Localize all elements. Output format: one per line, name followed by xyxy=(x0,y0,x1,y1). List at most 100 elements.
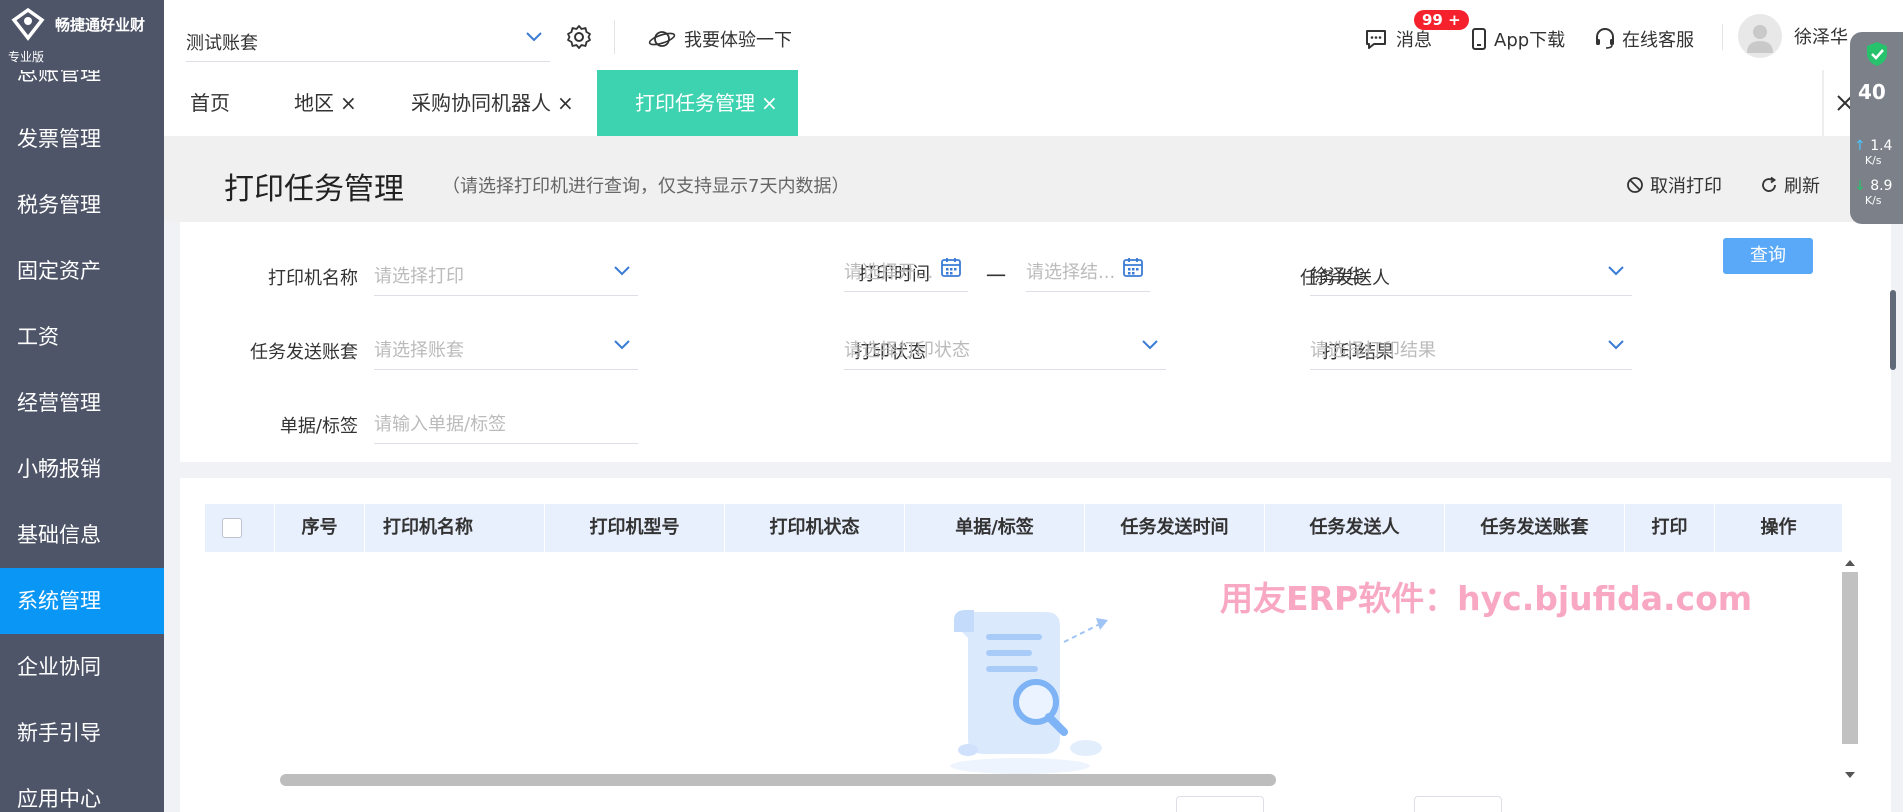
printer-name-label: 打印机名称 xyxy=(268,268,358,289)
print-status-select[interactable]: 请选择打印状态 xyxy=(844,326,1166,370)
tab-divider xyxy=(1822,70,1824,136)
doc-tag-input[interactable]: 请输入单据/标签 xyxy=(374,400,638,444)
tab-print-task-label: 打印任务管理 xyxy=(635,91,755,115)
empty-data-illustration xyxy=(950,610,1108,774)
column-header[interactable]: 任务发送账套 xyxy=(1445,504,1625,552)
tab-home[interactable]: 首页 xyxy=(190,70,230,136)
upload-speed-unit: K/s xyxy=(1864,154,1882,167)
sidebar-item-guide[interactable]: 新手引导 xyxy=(0,700,164,766)
print-time-end-placeholder: 请选择结... xyxy=(1026,262,1116,283)
sender-account-placeholder: 请选择账套 xyxy=(374,340,464,361)
message-count-badge: 99 + xyxy=(1414,10,1469,30)
monitor-value: 40 xyxy=(1858,80,1886,104)
column-header[interactable]: 操作 xyxy=(1715,504,1843,552)
column-header[interactable]: 任务发送人 xyxy=(1265,504,1445,552)
pagination-control[interactable] xyxy=(1414,796,1502,812)
tab-region[interactable]: 地区 × xyxy=(294,70,357,136)
sidebar-item-basic-info[interactable]: 基础信息 xyxy=(0,502,164,568)
sidebar-item-app-center[interactable]: 应用中心 xyxy=(0,766,164,812)
search-button[interactable]: 查询 xyxy=(1723,238,1813,274)
sender-account-label: 任务发送账套 xyxy=(250,342,358,363)
tab-purchase-robot-label: 采购协同机器人 xyxy=(411,91,551,115)
date-range-separator: 一 xyxy=(986,264,1006,288)
print-result-select[interactable]: 请选择打印结果 xyxy=(1310,326,1632,370)
sender-account-select[interactable]: 请选择账套 xyxy=(374,326,638,370)
column-header[interactable]: 打印 xyxy=(1625,504,1715,552)
download-speed-unit: K/s xyxy=(1864,194,1882,207)
print-time-start[interactable]: 请选择开... xyxy=(844,248,968,292)
scroll-up-icon[interactable] xyxy=(1844,558,1856,568)
column-header[interactable]: 打印机名称 xyxy=(365,504,545,552)
gear-icon[interactable] xyxy=(566,24,592,50)
horizontal-scrollbar[interactable] xyxy=(280,774,1276,786)
vertical-scrollbar-thumb[interactable] xyxy=(1842,572,1858,744)
header-divider xyxy=(1722,24,1723,50)
close-icon[interactable]: × xyxy=(761,70,778,136)
brand-logo[interactable]: 畅捷通好业财 专业版 xyxy=(0,0,164,70)
close-icon[interactable]: × xyxy=(557,70,574,136)
sender-select[interactable]: 徐泽华 xyxy=(1310,252,1632,296)
chevron-down-icon xyxy=(1608,266,1624,276)
app-download-button[interactable]: App下载 xyxy=(1470,26,1565,52)
calendar-icon xyxy=(941,258,961,277)
doc-tag-placeholder: 请输入单据/标签 xyxy=(374,414,507,435)
scroll-down-icon[interactable] xyxy=(1844,770,1856,780)
sidebar-item-tax[interactable]: 税务管理 xyxy=(0,172,164,238)
column-header[interactable]: 序号 xyxy=(275,504,365,552)
brand-edition: 专业版 xyxy=(8,50,45,64)
cancel-print-button[interactable]: 取消打印 xyxy=(1626,172,1722,198)
tab-bar: 首页 地区 × 采购协同机器人 × 打印任务管理 × xyxy=(164,70,1903,136)
download-speed-value: 8.9 xyxy=(1870,178,1893,194)
chevron-down-icon xyxy=(1608,340,1624,350)
user-icon xyxy=(1747,25,1773,53)
sidebar-item-system[interactable]: 系统管理 xyxy=(0,568,164,634)
shield-icon xyxy=(1867,42,1887,66)
refresh-icon xyxy=(1762,176,1777,192)
tab-region-label: 地区 xyxy=(294,91,334,115)
chevron-down-icon xyxy=(614,266,630,276)
column-header[interactable]: 单据/标签 xyxy=(905,504,1085,552)
tab-purchase-robot[interactable]: 采购协同机器人 × xyxy=(411,70,574,136)
sidebar-item-payroll[interactable]: 工资 xyxy=(0,304,164,370)
avatar xyxy=(1738,14,1782,58)
sidebar-item-collaboration[interactable]: 企业协同 xyxy=(0,634,164,700)
vertical-scrollbar[interactable] xyxy=(1839,556,1861,786)
online-service-button[interactable]: 在线客服 xyxy=(1594,26,1694,52)
refresh-button[interactable]: 刷新 xyxy=(1760,172,1820,198)
sidebar-item-fixed-assets[interactable]: 固定资产 xyxy=(0,238,164,304)
pagination-control[interactable] xyxy=(1176,796,1264,812)
upload-speed-value: 1.4 xyxy=(1870,138,1893,154)
trial-button[interactable]: 我要体验一下 xyxy=(648,25,792,53)
column-header[interactable]: 打印机状态 xyxy=(725,504,905,552)
account-select[interactable]: 测试账套 xyxy=(186,18,550,62)
sidebar-item-operations[interactable]: 经营管理 xyxy=(0,370,164,436)
user-menu[interactable]: 徐泽华 xyxy=(1738,14,1848,58)
headset-icon xyxy=(1596,28,1614,49)
column-header[interactable]: 打印机型号 xyxy=(545,504,725,552)
brand-name: 畅捷通好业财 xyxy=(55,16,146,34)
chevron-down-icon xyxy=(614,340,630,350)
trial-label: 我要体验一下 xyxy=(684,30,792,51)
close-icon[interactable]: × xyxy=(340,70,357,136)
planet-icon xyxy=(648,31,676,47)
page-header: 打印任务管理 （请选择打印机进行查询，仅支持显示7天内数据） 取消打印 刷新 xyxy=(164,136,1903,222)
column-header[interactable]: 任务发送时间 xyxy=(1085,504,1265,552)
download-arrow-icon: ↓ xyxy=(1854,178,1866,194)
print-time-end[interactable]: 请选择结... xyxy=(1026,248,1150,292)
sender-value: 徐泽华 xyxy=(1310,266,1364,287)
refresh-label: 刷新 xyxy=(1784,176,1820,197)
watermark-text: 用友ERP软件：hyc.bjufida.com xyxy=(1220,579,1753,618)
tab-print-task[interactable]: 打印任务管理 × xyxy=(597,70,798,136)
sidebar-item-invoice[interactable]: 发票管理 xyxy=(0,106,164,172)
printer-name-select[interactable]: 请选择打印 xyxy=(374,252,638,296)
select-all-checkbox[interactable] xyxy=(222,518,242,538)
print-time-start-placeholder: 请选择开... xyxy=(844,262,934,283)
user-name: 徐泽华 xyxy=(1794,27,1848,48)
printer-name-placeholder: 请选择打印 xyxy=(374,266,464,287)
print-status-placeholder: 请选择打印状态 xyxy=(844,340,970,361)
network-monitor-widget[interactable]: 40 ↑ 1.4 K/s ↓ 8.9 K/s xyxy=(1850,32,1903,224)
page-scrollbar[interactable] xyxy=(1890,290,1896,370)
header-divider xyxy=(614,20,615,54)
sidebar-item-expense[interactable]: 小畅报销 xyxy=(0,436,164,502)
logo-icon xyxy=(11,7,45,41)
